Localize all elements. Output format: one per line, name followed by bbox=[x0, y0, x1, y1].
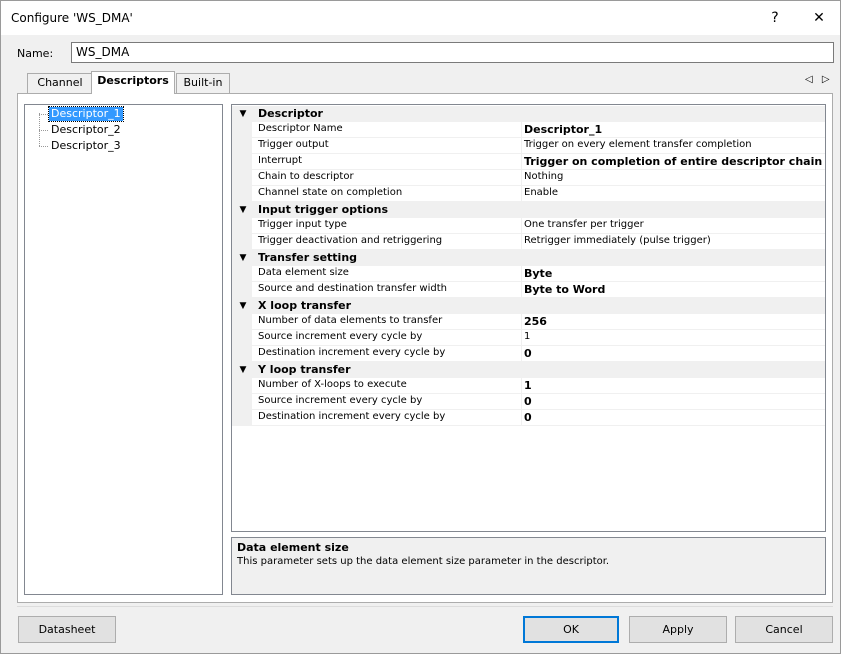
property-name: Number of data elements to transfer bbox=[258, 315, 443, 326]
collapse-arrow-icon[interactable]: ▼ bbox=[238, 204, 248, 216]
tab-built-in[interactable]: Built-in bbox=[176, 73, 230, 93]
collapse-arrow-icon[interactable]: ▼ bbox=[238, 108, 248, 120]
property-name: Source increment every cycle by bbox=[258, 395, 423, 406]
property-row[interactable]: Number of X-loops to execute 1 bbox=[232, 378, 825, 394]
property-value[interactable]: 1 bbox=[524, 331, 824, 342]
property-value[interactable]: Nothing bbox=[524, 171, 824, 182]
name-input[interactable]: WS_DMA bbox=[71, 42, 834, 63]
property-value[interactable]: 1 bbox=[524, 379, 824, 392]
property-name: Descriptor Name bbox=[258, 123, 343, 134]
property-name: Number of X-loops to execute bbox=[258, 379, 407, 390]
configure-dialog: Configure 'WS_DMA' ? ✕ Name: WS_DMA Chan… bbox=[0, 0, 841, 654]
descriptor-tree: Descriptor_1 Descriptor_2 Descriptor_3 bbox=[24, 104, 223, 595]
tab-descriptors[interactable]: Descriptors bbox=[91, 71, 175, 94]
property-value[interactable]: Trigger on completion of entire descript… bbox=[524, 155, 824, 168]
category-y-loop[interactable]: ▼ Y loop transfer bbox=[232, 362, 825, 378]
property-name: Interrupt bbox=[258, 155, 303, 166]
tab-channel[interactable]: Channel bbox=[27, 73, 93, 93]
title-bar: Configure 'WS_DMA' ? ✕ bbox=[1, 1, 840, 35]
property-value[interactable]: Retrigger immediately (pulse trigger) bbox=[524, 235, 824, 246]
property-name: Source and destination transfer width bbox=[258, 283, 447, 294]
property-row[interactable]: Descriptor Name Descriptor_1 bbox=[232, 122, 825, 138]
cancel-button[interactable]: Cancel bbox=[735, 616, 833, 643]
property-row[interactable]: Trigger input type One transfer per trigg… bbox=[232, 218, 825, 234]
property-value[interactable]: 0 bbox=[524, 411, 824, 424]
name-label: Name: bbox=[17, 47, 54, 60]
property-name: Data element size bbox=[258, 267, 349, 278]
divider bbox=[17, 606, 833, 607]
property-row[interactable]: Chain to descriptor Nothing bbox=[232, 170, 825, 186]
property-name: Chain to descriptor bbox=[258, 171, 354, 182]
property-name: Destination increment every cycle by bbox=[258, 347, 446, 358]
property-row[interactable]: Source and destination transfer width Byt… bbox=[232, 282, 825, 298]
tab-scroll-icon[interactable]: ◁ ▷ bbox=[805, 74, 833, 85]
property-value[interactable]: Byte to Word bbox=[524, 283, 824, 296]
category-descriptor[interactable]: ▼ Descriptor bbox=[232, 106, 825, 122]
ok-button[interactable]: OK bbox=[523, 616, 619, 643]
property-value[interactable]: One transfer per trigger bbox=[524, 219, 824, 230]
property-row[interactable]: Destination increment every cycle by 0 bbox=[232, 346, 825, 362]
category-label: X loop transfer bbox=[258, 299, 352, 312]
category-label: Transfer setting bbox=[258, 251, 358, 264]
category-x-loop[interactable]: ▼ X loop transfer bbox=[232, 298, 825, 314]
property-row[interactable]: Data element size Byte bbox=[232, 266, 825, 282]
property-grid: ▼ Descriptor Descriptor Name Descriptor_1… bbox=[231, 104, 826, 532]
property-row[interactable]: Source increment every cycle by 1 bbox=[232, 330, 825, 346]
tree-item-descriptor-2[interactable]: Descriptor_2 bbox=[49, 123, 123, 137]
help-icon[interactable]: ? bbox=[755, 5, 795, 31]
window-title: Configure 'WS_DMA' bbox=[11, 11, 133, 25]
property-row[interactable]: Source increment every cycle by 0 bbox=[232, 394, 825, 410]
property-value[interactable]: 0 bbox=[524, 395, 824, 408]
category-transfer-setting[interactable]: ▼ Transfer setting bbox=[232, 250, 825, 266]
help-title: Data element size bbox=[237, 541, 349, 554]
property-value[interactable]: Byte bbox=[524, 267, 824, 280]
property-value[interactable]: 0 bbox=[524, 347, 824, 360]
tree-item-descriptor-1[interactable]: Descriptor_1 bbox=[48, 106, 124, 122]
tree-connector bbox=[39, 114, 48, 115]
category-label: Descriptor bbox=[258, 107, 323, 120]
property-row[interactable]: Destination increment every cycle by 0 bbox=[232, 410, 825, 426]
property-value[interactable]: Descriptor_1 bbox=[524, 123, 824, 136]
tree-connector bbox=[39, 146, 48, 147]
category-label: Y loop transfer bbox=[258, 363, 351, 376]
property-name: Trigger input type bbox=[258, 219, 347, 230]
property-value[interactable]: Trigger on every element transfer comple… bbox=[524, 139, 824, 150]
property-row[interactable]: Trigger deactivation and retriggering Ret… bbox=[232, 234, 825, 250]
collapse-arrow-icon[interactable]: ▼ bbox=[238, 300, 248, 312]
close-icon[interactable]: ✕ bbox=[799, 5, 839, 31]
property-name: Trigger output bbox=[258, 139, 329, 150]
help-panel: Data element size This parameter sets up… bbox=[231, 537, 826, 595]
apply-button[interactable]: Apply bbox=[629, 616, 727, 643]
property-value[interactable]: 256 bbox=[524, 315, 824, 328]
property-name: Trigger deactivation and retriggering bbox=[258, 235, 443, 246]
tree-item-descriptor-3[interactable]: Descriptor_3 bbox=[49, 139, 123, 153]
property-name: Destination increment every cycle by bbox=[258, 411, 446, 422]
datasheet-button[interactable]: Datasheet bbox=[18, 616, 116, 643]
property-row[interactable]: Number of data elements to transfer 256 bbox=[232, 314, 825, 330]
category-label: Input trigger options bbox=[258, 203, 389, 216]
collapse-arrow-icon[interactable]: ▼ bbox=[238, 364, 248, 376]
property-row[interactable]: Channel state on completion Enable bbox=[232, 186, 825, 202]
property-row[interactable]: Trigger output Trigger on every element t… bbox=[232, 138, 825, 154]
property-name: Source increment every cycle by bbox=[258, 331, 423, 342]
property-name: Channel state on completion bbox=[258, 187, 403, 198]
property-row[interactable]: Interrupt Trigger on completion of entire… bbox=[232, 154, 825, 170]
help-text: This parameter sets up the data element … bbox=[237, 556, 610, 567]
property-value[interactable]: Enable bbox=[524, 187, 824, 198]
collapse-arrow-icon[interactable]: ▼ bbox=[238, 252, 248, 264]
tree-connector bbox=[39, 130, 48, 131]
category-input-trigger[interactable]: ▼ Input trigger options bbox=[232, 202, 825, 218]
